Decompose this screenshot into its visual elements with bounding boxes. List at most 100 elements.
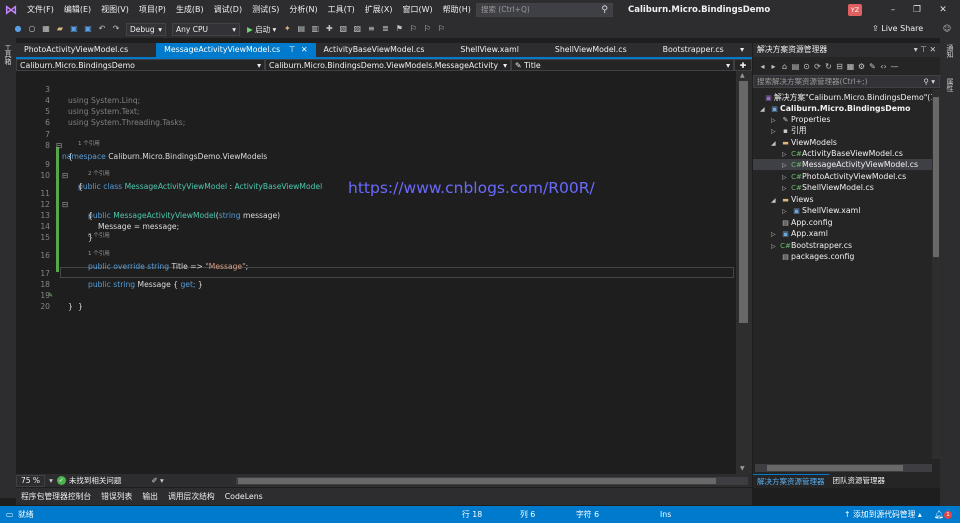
add-to-source-control-button[interactable]: ↑ 添加到源代码管理 ▴ (844, 506, 922, 523)
tree-item-properties[interactable]: ▷ ✎ Properties (771, 114, 830, 125)
tab-activity-base-viewmodel[interactable]: ActivityBaseViewModel.cs (316, 43, 433, 57)
forward-icon[interactable]: ▸ (768, 62, 779, 71)
scrollbar-thumb[interactable] (739, 81, 748, 323)
tree-project[interactable]: ◢ ▣ Caliburn.Micro.BindingsDemo (760, 103, 910, 114)
toolbar-icon-d[interactable]: ▧ (337, 22, 349, 36)
save-all-icon[interactable]: ▣ (82, 22, 94, 36)
chevron-right-icon[interactable]: ▷ (771, 229, 780, 240)
menu-debug[interactable]: 调试(D) (209, 0, 247, 20)
comment-icon[interactable]: ≡ (365, 22, 377, 36)
tab-output[interactable]: 输出 (137, 491, 163, 502)
tree-item-app-config[interactable]: ▤ App.config (780, 217, 832, 228)
editor-horizontal-scrollbar[interactable] (236, 477, 748, 485)
save-icon[interactable]: ▣ (68, 22, 80, 36)
tree-item-packages-config[interactable]: ▤ packages.config (780, 251, 854, 262)
live-share-button[interactable]: ⇪ Live Share (872, 20, 923, 38)
menu-test[interactable]: 测试(S) (247, 0, 284, 20)
tree-item-shell-viewmodel[interactable]: ▷ C#ShellViewModel.cs (782, 182, 874, 193)
home-icon[interactable]: ⌂ (779, 62, 790, 71)
toolbar-icon-e[interactable]: ▨ (351, 22, 363, 36)
tab-call-hierarchy[interactable]: 调用层次结构 (163, 491, 220, 502)
editor-vertical-scrollbar[interactable]: ▲ ▼ (736, 71, 752, 474)
search-input[interactable]: 搜索 (Ctrl+Q) ⚲ (476, 3, 613, 17)
issues-status[interactable]: 未找到相关问题 (69, 475, 122, 486)
properties-icon[interactable]: ⚙ (856, 62, 867, 71)
more-icon[interactable]: — (889, 62, 900, 71)
menu-extensions[interactable]: 扩展(X) (360, 0, 398, 20)
codelens-references[interactable]: 1 个引用 (78, 140, 100, 148)
tree-item-bootstrapper[interactable]: ▷ C#Bootstrapper.cs (771, 240, 852, 251)
restore-icon[interactable]: ❐ (906, 0, 928, 20)
close-icon[interactable]: ✕ (301, 45, 308, 54)
member-dropdown[interactable]: ✎ Title ▾ (511, 59, 734, 71)
back-icon[interactable]: ● (12, 22, 24, 36)
tab-bootstrapper[interactable]: Bootstrapper.cs (655, 43, 732, 57)
tree-item-references[interactable]: ▷ ▪ 引用 (771, 125, 807, 136)
menu-build[interactable]: 生成(B) (171, 0, 209, 20)
tab-shell-viewmodel[interactable]: ShellViewModel.cs (547, 43, 635, 57)
tab-overflow-icon[interactable]: ▾ (732, 43, 752, 57)
switch-views-icon[interactable]: ▤ (790, 62, 801, 71)
solution-search-input[interactable]: 搜索解决方案资源管理器(Ctrl+;) ⚲ ▾ (753, 75, 940, 88)
code-editor[interactable]: 3 using System.Linq; 4 using System.Text… (16, 71, 736, 474)
scroll-down-icon[interactable]: ▼ (740, 465, 745, 472)
chevron-right-icon[interactable]: ▷ (771, 241, 780, 252)
chevron-right-icon[interactable]: ▷ (782, 206, 791, 217)
start-button[interactable]: ▶ 启动 ▾ (247, 24, 276, 35)
bookmark-prev-icon[interactable]: ⚐ (407, 22, 419, 36)
scroll-up-icon[interactable]: ▲ (740, 72, 745, 79)
avatar[interactable]: YZ (848, 4, 862, 16)
pin-icon[interactable]: ▾ ⊤ ✕ (914, 43, 936, 57)
chevron-down-icon[interactable]: ◢ (760, 104, 769, 115)
menu-help[interactable]: 帮助(H) (438, 0, 476, 20)
chevron-right-icon[interactable]: ▷ (782, 183, 791, 194)
notifications-label[interactable]: 通知 (945, 44, 955, 58)
pin-icon[interactable]: ⊤ (289, 45, 296, 54)
bookmark-next-icon[interactable]: ⚐ (421, 22, 433, 36)
tree-folder-viewmodels[interactable]: ◢ ▬ ViewModels (771, 137, 837, 148)
bookmark-icon[interactable]: ⚑ (393, 22, 405, 36)
configuration-select[interactable]: Debug ▾ (126, 22, 166, 36)
menu-file[interactable]: 文件(F) (22, 0, 59, 20)
brush-icon[interactable]: ✐ ▾ (151, 476, 163, 485)
feedback-icon[interactable]: ☺ (941, 22, 953, 36)
toolbar-icon-a[interactable]: ▤ (295, 22, 307, 36)
undo-icon[interactable]: ↶ (96, 22, 108, 36)
menu-analyze[interactable]: 分析(N) (284, 0, 322, 20)
tab-photo-activity-viewmodel[interactable]: PhotoActivityViewModel.cs (16, 43, 136, 57)
collapse-all-icon[interactable]: ⊟ (834, 62, 845, 71)
menu-tools[interactable]: 工具(T) (323, 0, 360, 20)
menu-project[interactable]: 项目(P) (134, 0, 171, 20)
pending-changes-icon[interactable]: ⊙ (801, 62, 812, 71)
scrollbar-thumb[interactable] (767, 465, 903, 471)
tab-package-manager-console[interactable]: 程序包管理器控制台 (16, 491, 96, 502)
tree-item-activity-base[interactable]: ▷ C#ActivityBaseViewModel.cs (782, 148, 903, 159)
zoom-select[interactable]: 75 % (16, 474, 46, 487)
tab-shell-view[interactable]: ShellView.xaml (452, 43, 526, 57)
notification-bell-icon[interactable]: 🔔︎ (934, 506, 944, 523)
chevron-down-icon[interactable]: ▾ (49, 476, 53, 485)
tab-message-activity-viewmodel[interactable]: MessageActivityViewModel.cs ⊤ ✕ (156, 43, 316, 57)
tab-solution-explorer[interactable]: 解决方案资源管理器 (753, 474, 829, 488)
tree-item-app-xaml[interactable]: ▷ ▣ App.xaml (771, 228, 828, 239)
chevron-down-icon[interactable]: ◢ (771, 138, 780, 149)
split-icon[interactable]: ✚ (734, 59, 752, 71)
hot-reload-icon[interactable]: ✦ (281, 22, 293, 36)
tab-error-list[interactable]: 错误列表 (96, 491, 137, 502)
open-folder-icon[interactable]: ▰ (54, 22, 66, 36)
tab-codelens[interactable]: CodeLens (220, 492, 268, 501)
back-icon[interactable]: ◂ (757, 62, 768, 71)
sync-icon[interactable]: ⟳ (812, 62, 823, 71)
platform-select[interactable]: Any CPU ▾ (172, 22, 240, 36)
tree-item-message-activity[interactable]: ▷ C#MessageActivityViewModel.cs (782, 159, 918, 170)
chevron-down-icon[interactable]: ◢ (771, 195, 780, 206)
type-dropdown[interactable]: Caliburn.Micro.BindingsDemo.ViewModels.M… (265, 59, 511, 71)
solution-vertical-scrollbar[interactable] (932, 89, 940, 459)
tree-item-shell-view[interactable]: ▷ ▣ ShellView.xaml (782, 205, 860, 216)
menu-view[interactable]: 视图(V) (96, 0, 134, 20)
solution-horizontal-scrollbar[interactable] (755, 464, 932, 472)
show-all-files-icon[interactable]: ▦ (845, 62, 856, 71)
chevron-right-icon[interactable]: ▷ (782, 160, 791, 171)
wrench-icon[interactable]: ✎ (867, 62, 878, 71)
tree-folder-views[interactable]: ◢ ▬ Views (771, 194, 814, 205)
